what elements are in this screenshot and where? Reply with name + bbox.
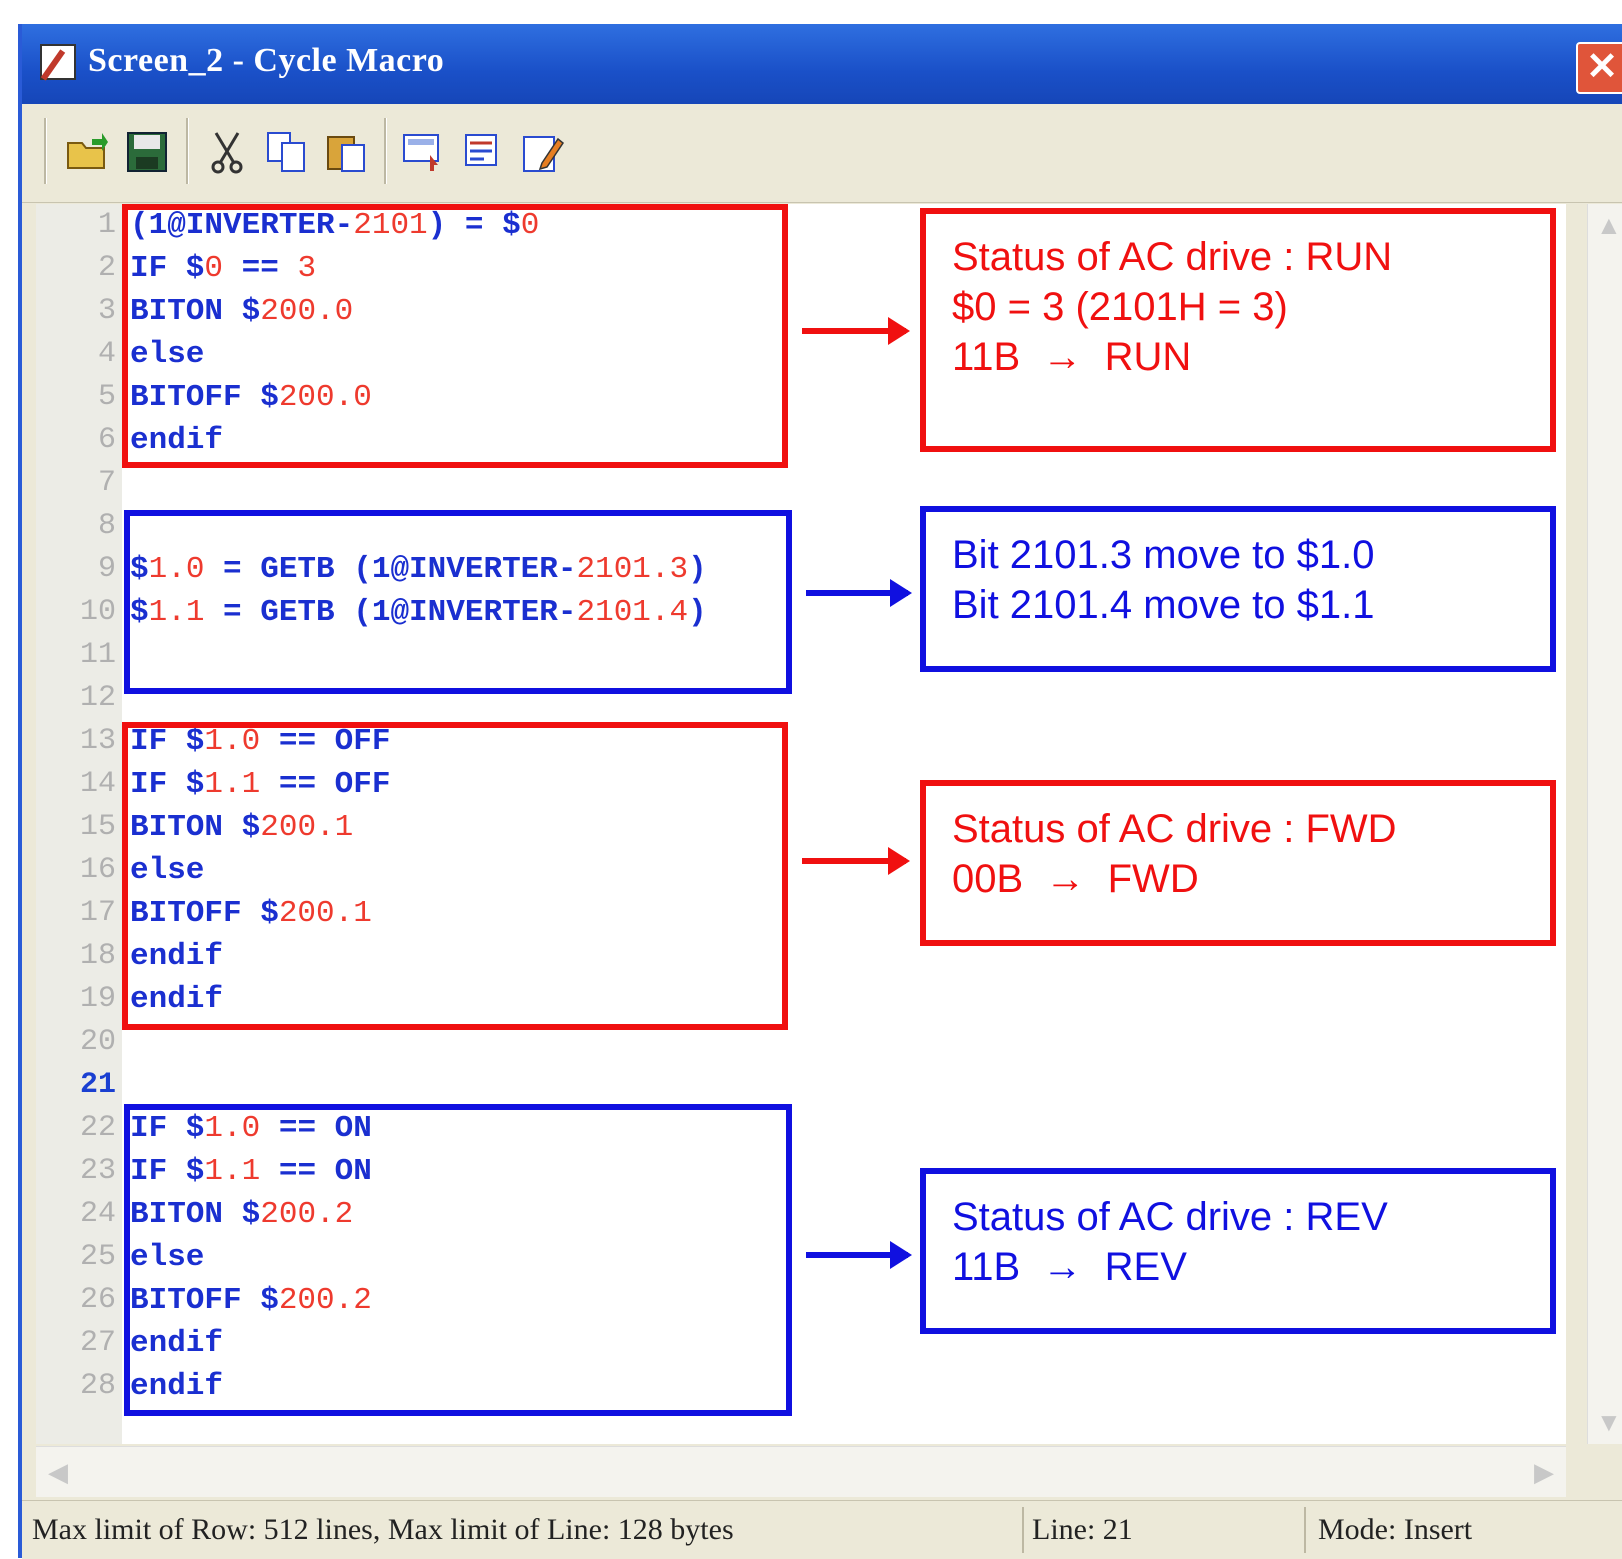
open-folder-icon[interactable]	[62, 122, 112, 182]
line-number: 24	[79, 1197, 116, 1231]
scroll-left-icon[interactable]: ◀	[48, 1457, 68, 1488]
insert-command-icon[interactable]	[398, 122, 448, 182]
line-number: 2	[97, 251, 116, 285]
horizontal-scrollbar[interactable]: ◀ ▶	[36, 1446, 1566, 1497]
line-number: 5	[97, 380, 116, 414]
line-number: 27	[79, 1326, 116, 1360]
line-number: 23	[79, 1154, 116, 1188]
status-mode: Mode: Insert	[1318, 1513, 1473, 1546]
line-number: 17	[79, 896, 116, 930]
line-number: 19	[79, 982, 116, 1016]
line-number: 15	[79, 810, 116, 844]
line-number: 25	[79, 1240, 116, 1274]
code-block-fwd-status	[122, 722, 788, 1030]
title-bar[interactable]: Screen_2 - Cycle Macro ✕	[22, 24, 1622, 104]
window-title: Screen_2 - Cycle Macro	[88, 42, 445, 79]
arrow-rev	[806, 1241, 912, 1269]
cut-icon[interactable]	[202, 122, 252, 182]
annotation-line: $0 = 3 (2101H = 3)	[952, 285, 1288, 329]
line-number-gutter: 1 2 3 4 5 6 7 8 9 10 11 12 13 14 15 16 17 18 19 20 21 22 23 24 2…	[36, 204, 122, 1444]
toolbar-separator	[186, 118, 189, 184]
scroll-up-icon[interactable]: ▲	[1596, 210, 1622, 241]
line-number: 7	[97, 466, 116, 500]
code-block-rev-status	[124, 1104, 792, 1416]
annotation-line: Bit 2101.4 move to $1.1	[952, 583, 1375, 627]
status-limits: Max limit of Row: 512 lines, Max limit o…	[32, 1513, 734, 1546]
line-number: 6	[97, 423, 116, 457]
annotation-rev: Status of AC drive : REV 11B → REV	[920, 1168, 1556, 1334]
toolbar-separator	[44, 118, 47, 184]
status-bar: Max limit of Row: 512 lines, Max limit o…	[22, 1500, 1622, 1559]
status-divider	[1304, 1507, 1306, 1553]
macro-edit-icon	[40, 44, 76, 80]
line-number: 4	[97, 337, 116, 371]
annotation-line: Status of AC drive : RUN	[952, 235, 1393, 279]
paste-icon[interactable]	[322, 122, 372, 182]
annotation-line: Status of AC drive : REV	[952, 1195, 1388, 1239]
arrow-fwd	[802, 847, 910, 875]
scroll-right-icon[interactable]: ▶	[1534, 1457, 1554, 1488]
status-divider	[1022, 1507, 1024, 1553]
macro-editor-window: Screen_2 - Cycle Macro ✕ 12 3 4 5 6 7 8 …	[18, 24, 1622, 1559]
status-line: Line: 21	[1032, 1513, 1133, 1546]
line-number: 11	[79, 638, 116, 672]
line-number: 3	[97, 294, 116, 328]
close-button[interactable]: ✕	[1576, 42, 1622, 94]
annotation-line: 11B → REV	[952, 1245, 1187, 1289]
line-number: 14	[79, 767, 116, 801]
line-number: 28	[79, 1369, 116, 1403]
code-editor[interactable]: 1 2 3 4 5 6 7 8 9 10 11 12 13 14 15 16 17 18 19 20 21 22 23 24 2…	[36, 204, 1566, 1444]
annotation-line: Bit 2101.3 move to $1.0	[952, 533, 1375, 577]
line-number: 20	[79, 1025, 116, 1059]
annotation-line: Status of AC drive : FWD	[952, 807, 1397, 851]
copy-icon[interactable]	[262, 122, 312, 182]
code-block-run-status	[122, 204, 788, 468]
line-number: 9	[97, 552, 116, 586]
vertical-scrollbar[interactable]: ▲ ▼	[1587, 204, 1622, 1444]
line-number: 13	[79, 724, 116, 758]
import-icon[interactable]	[458, 122, 508, 182]
line-number: 26	[79, 1283, 116, 1317]
toolbar-separator	[384, 118, 387, 184]
line-number: 21	[79, 1068, 116, 1102]
save-icon[interactable]	[122, 122, 172, 182]
line-number: 1	[97, 208, 116, 242]
annotation-run: Status of AC drive : RUN $0 = 3 (2101H =…	[920, 208, 1556, 452]
edit-properties-icon[interactable]	[518, 122, 568, 182]
code-block-getb	[124, 510, 792, 694]
line-number: 16	[79, 853, 116, 887]
annotation-getb: Bit 2101.3 move to $1.0 Bit 2101.4 move …	[920, 506, 1556, 672]
line-number: 10	[79, 595, 116, 629]
annotation-fwd: Status of AC drive : FWD 00B → FWD	[920, 780, 1556, 946]
toolbar	[22, 104, 1622, 203]
annotation-line: 00B → FWD	[952, 857, 1199, 901]
line-number: 12	[79, 681, 116, 715]
line-number: 8	[97, 509, 116, 543]
scroll-down-icon[interactable]: ▼	[1596, 1407, 1622, 1438]
arrow-run	[802, 317, 910, 345]
arrow-getb	[806, 579, 912, 607]
annotation-line: 11B → RUN	[952, 335, 1192, 379]
line-number: 22	[79, 1111, 116, 1145]
line-number: 18	[79, 939, 116, 973]
